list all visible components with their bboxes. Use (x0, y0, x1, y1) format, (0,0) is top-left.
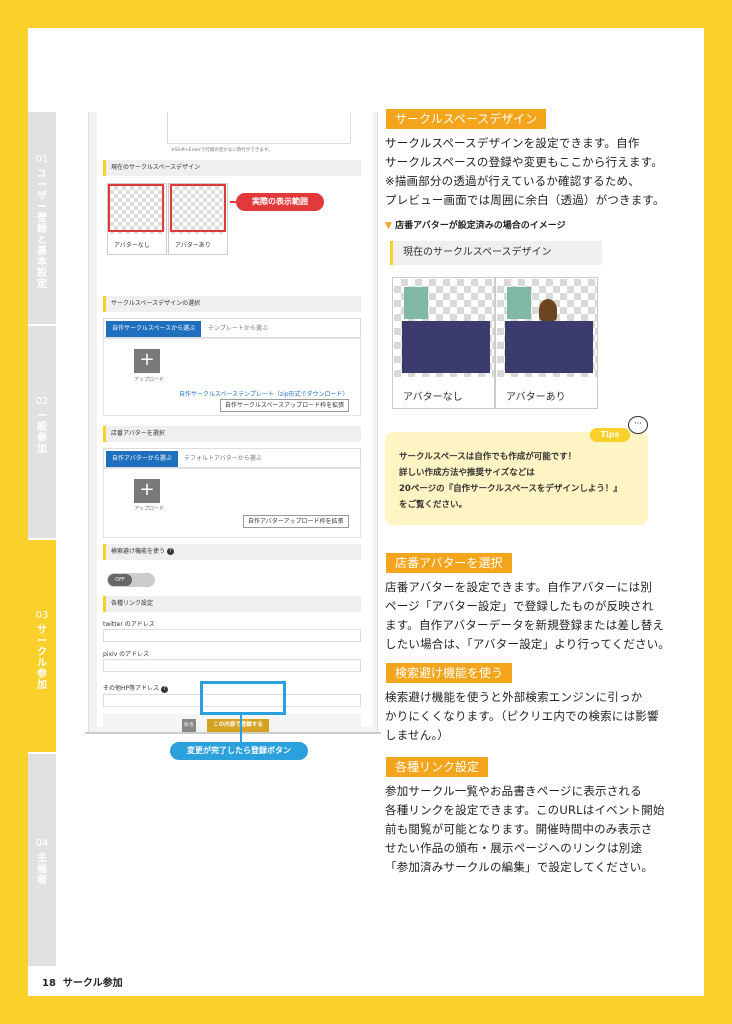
section-title-avatar: 店番アバターを選択 (386, 553, 512, 573)
callout-line (240, 715, 242, 745)
register-highlight (200, 681, 286, 715)
current-design-heading: 現在のサークルスペースデザイン (103, 160, 361, 176)
back-button[interactable]: 戻る (182, 719, 196, 732)
plus-icon[interactable]: + (134, 349, 160, 373)
preview-with-avatar: アバターあり (495, 277, 598, 409)
twitter-label: twitter のアドレス (103, 621, 155, 628)
search-avoid-toggle[interactable]: OFF (107, 573, 155, 587)
text-area[interactable] (167, 112, 351, 144)
tab-custom-avatar[interactable]: 自作アバターから選ぶ (106, 451, 178, 467)
section-title-search: 検索避け機能を使う (386, 663, 513, 683)
preview-label: アバターあり (506, 392, 566, 403)
search-avoid-heading: 検索避け機能を使う ? (103, 544, 361, 560)
page-number: 18 (42, 978, 56, 989)
tab-chapter-02[interactable]: 02 一般参加 (28, 326, 56, 540)
tab-label-text: サークル参加 (37, 625, 47, 691)
tab-chapter-03[interactable]: 03 サークル参加 (28, 540, 56, 754)
space-upload-area: + アップロード 自作サークルスペーステンプレート（zip形式でダウンロード） … (103, 338, 361, 416)
tab-default-avatar[interactable]: デフォルトアバターから選ぶ (184, 451, 262, 467)
tab-label-text: 一般参加 (37, 411, 47, 455)
triangle-icon: ▼ (385, 221, 392, 231)
tab-label: 04 主催者 (35, 838, 49, 886)
tab-label: 03 サークル参加 (35, 610, 49, 691)
chapter-tabs: 01 ユーザー登録と基本設定 02 一般参加 03 サークル参加 04 主催者 (28, 112, 56, 968)
expand-space-upload-button[interactable]: 自作サークルスペースアップロード枠を拡張 (220, 399, 350, 412)
avatar-upload-area: + アップロード 自作アバターアップロード枠を拡張 (103, 468, 361, 538)
tips-box: サークルスペースは自作でも作成が可能です！ 詳しい作成方法や推奨サイズなどは 20ペ… (385, 432, 648, 525)
tab-label: 01 ユーザー登録と基本設定 (35, 154, 49, 290)
design-preview-image (497, 279, 597, 377)
help-icon[interactable]: ? (166, 548, 174, 555)
tab-label: 02 一般参加 (35, 396, 49, 455)
image-caption: ▼ 店番アバターが設定済みの場合のイメージ (385, 221, 566, 231)
preview-label: アバターなし (403, 392, 463, 403)
upload-label: アップロード (134, 377, 165, 383)
tab-template[interactable]: テンプレートから選ぶ (208, 321, 268, 337)
footer-label: サークル参加 (62, 978, 123, 989)
highlight-box (108, 184, 164, 232)
plus-icon[interactable]: + (134, 479, 160, 503)
twitter-input[interactable] (103, 629, 361, 642)
section-title-design: サークルスペースデザイン (386, 109, 547, 129)
preview-heading: 現在のサークルスペースデザイン (390, 241, 602, 265)
highlight-box (170, 184, 226, 232)
thumb-label: アバターあり (175, 242, 211, 249)
page-footer: 18 サークル参加 (42, 974, 123, 989)
thumb-label: アバターなし (114, 242, 150, 249)
tab-label-text: 主催者 (37, 853, 47, 886)
help-icon[interactable]: ? (161, 686, 169, 693)
rabbit-mascot-icon: ··· (628, 416, 648, 434)
section-body-design: サークルスペースデザインを設定できます。自作 サークルスペースの登録や変更もここか… (385, 136, 665, 207)
hint-text: ※Shift+Enterで行間の空かない改行ができます。 (171, 148, 273, 153)
pixiv-input[interactable] (103, 659, 361, 672)
section-title-links: 各種リンク設定 (386, 757, 489, 777)
section-body-avatar: 店番アバターを設定できます。自作アバターには別 ページ「アバター設定」で登録したも… (385, 580, 671, 651)
section-body-links: 参加サークル一覧やお品書きページに表示される 各種リンクを設定できます。このURL… (385, 784, 665, 874)
avatar-source-tabs: 自作アバターから選ぶ デフォルトアバターから選ぶ (103, 448, 361, 468)
design-preview-image (394, 279, 494, 377)
preview-no-avatar: アバターなし (392, 277, 495, 409)
toggle-state: OFF (108, 574, 132, 586)
divider (85, 732, 381, 734)
display-area-callout: 実際の表示範囲 (236, 193, 324, 211)
register-button[interactable]: この内容で登録する (207, 719, 269, 732)
register-callout: 変更が完了したら登録ボタン (170, 742, 308, 760)
settings-screenshot: ※Shift+Enterで行間の空かない改行ができます。 現在のサークルスペース… (88, 112, 378, 732)
pixiv-label: pixiv のアドレス (103, 651, 150, 658)
tab-chapter-04[interactable]: 04 主催者 (28, 754, 56, 968)
hp-label: その他HP等アドレス ? (103, 683, 169, 693)
design-source-tabs: 自作サークルスペースから選ぶ テンプレートから選ぶ (103, 318, 361, 338)
template-download-link[interactable]: 自作サークルスペーステンプレート（zip形式でダウンロード） (179, 389, 349, 398)
links-heading: 各種リンク設定 (103, 596, 361, 612)
upload-label: アップロード (134, 506, 165, 512)
expand-avatar-upload-button[interactable]: 自作アバターアップロード枠を拡張 (243, 515, 349, 528)
section-body-search: 検索避け機能を使うと外部検索エンジンに引っか かりにくくなります。（ピクリエ内での… (385, 690, 659, 742)
tips-label: Tips (590, 428, 630, 442)
tab-custom-space[interactable]: 自作サークルスペースから選ぶ (106, 321, 202, 337)
avatar-heading: 店番アバターを選択 (103, 426, 361, 442)
tab-label-text: ユーザー登録と基本設定 (37, 169, 47, 290)
tab-chapter-01[interactable]: 01 ユーザー登録と基本設定 (28, 112, 56, 326)
page: 01 ユーザー登録と基本設定 02 一般参加 03 サークル参加 04 主催者 ※Shi… (28, 28, 704, 996)
select-design-heading: サークルスペースデザインの選択 (103, 296, 361, 312)
